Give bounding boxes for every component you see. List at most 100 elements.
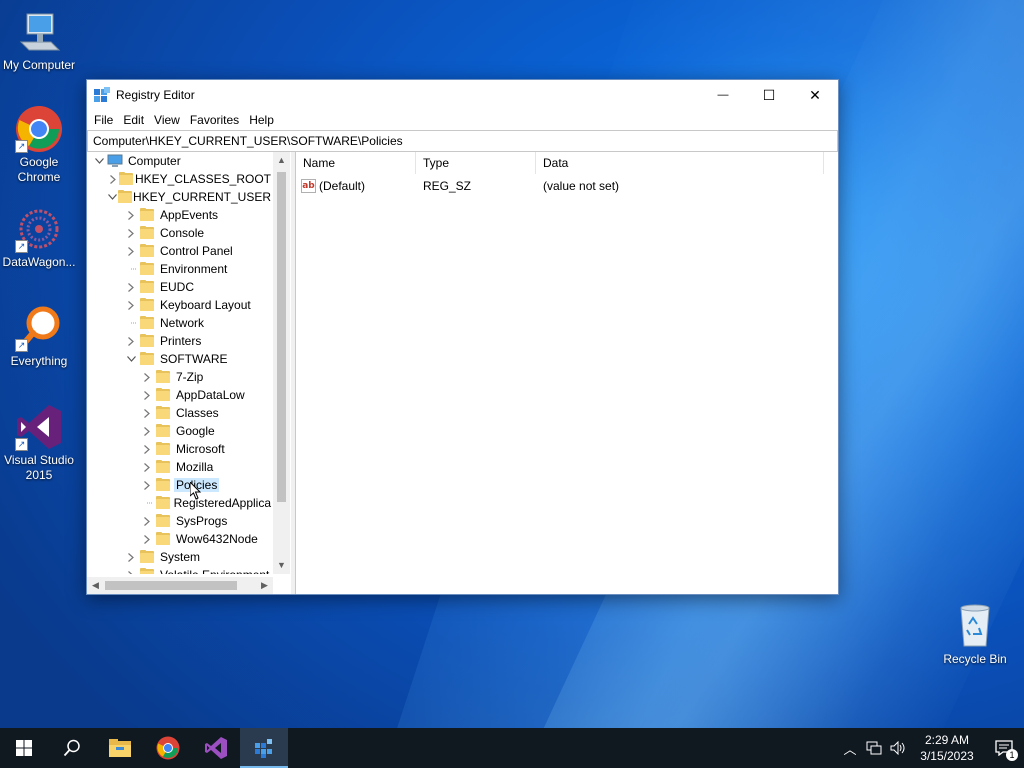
start-button[interactable]	[0, 728, 48, 768]
tree-node[interactable]: Environment	[87, 260, 273, 278]
chevron-right-icon[interactable]	[123, 332, 139, 350]
tree-node[interactable]: Microsoft	[87, 440, 273, 458]
scroll-right-icon[interactable]: ▶	[256, 577, 273, 594]
menu-favorites[interactable]: Favorites	[185, 113, 244, 127]
maximize-button[interactable]: ☐	[746, 80, 792, 110]
list-header: Name Type Data	[296, 151, 838, 174]
tree-node[interactable]: Computer	[87, 152, 273, 170]
column-header-type[interactable]: Type	[416, 151, 536, 174]
tree-scroll-thumb[interactable]	[277, 172, 286, 502]
title-bar[interactable]: Registry Editor — ☐ ✕	[87, 80, 838, 110]
tree-node[interactable]: Keyboard Layout	[87, 296, 273, 314]
chevron-right-icon[interactable]	[139, 422, 155, 440]
tree-node[interactable]: Policies	[87, 476, 273, 494]
chevron-right-icon[interactable]	[123, 224, 139, 242]
tree-node-label: HKEY_CLASSES_ROOT	[134, 172, 271, 186]
chevron-right-icon[interactable]	[139, 512, 155, 530]
tree-node[interactable]: SOFTWARE	[87, 350, 273, 368]
tree-node[interactable]: Google	[87, 422, 273, 440]
column-header-data[interactable]: Data	[536, 151, 824, 174]
desktop-icon-label: Recycle Bin	[943, 652, 1007, 666]
tree-hscroll-thumb[interactable]	[105, 581, 237, 590]
tree-node[interactable]: AppEvents	[87, 206, 273, 224]
address-path: Computer\HKEY_CURRENT_USER\SOFTWARE\Poli…	[93, 134, 403, 148]
tree-node[interactable]: System	[87, 548, 273, 566]
value-row[interactable]: ab (Default) REG_SZ (value not set)	[296, 176, 838, 196]
tree-node[interactable]: HKEY_CLASSES_ROOT	[87, 170, 273, 188]
minimize-button[interactable]: —	[700, 80, 746, 110]
column-header-name[interactable]: Name	[296, 151, 416, 174]
volume-icon[interactable]	[886, 728, 910, 768]
folder-icon	[139, 244, 155, 258]
tree-node-label: Environment	[160, 262, 228, 276]
taskbar-registry-editor[interactable]	[240, 728, 288, 768]
tree-node[interactable]: Printers	[87, 332, 273, 350]
chevron-down-icon[interactable]	[107, 188, 117, 206]
network-icon[interactable]	[862, 728, 886, 768]
chevron-right-icon[interactable]	[139, 458, 155, 476]
menu-edit[interactable]: Edit	[118, 113, 149, 127]
tree-node[interactable]: 7-Zip	[87, 368, 273, 386]
action-center-button[interactable]: 1	[984, 728, 1024, 768]
taskbar-chrome[interactable]	[144, 728, 192, 768]
tree-vertical-scrollbar[interactable]: ▲ ▼	[273, 152, 290, 574]
chevron-right-icon[interactable]	[123, 548, 139, 566]
tree-node[interactable]: Network	[87, 314, 273, 332]
close-button[interactable]: ✕	[792, 80, 838, 110]
chevron-right-icon[interactable]	[139, 530, 155, 548]
menu-help[interactable]: Help	[244, 113, 279, 127]
taskbar-file-explorer[interactable]	[96, 728, 144, 768]
chevron-right-icon[interactable]	[107, 170, 118, 188]
chevron-right-icon[interactable]	[123, 296, 139, 314]
registry-editor-window[interactable]: Registry Editor — ☐ ✕ File Edit View Fav…	[86, 79, 839, 595]
tree-node[interactable]: Control Panel	[87, 242, 273, 260]
tree-node[interactable]: Classes	[87, 404, 273, 422]
search-button[interactable]	[48, 728, 96, 768]
desktop-icon-google-chrome[interactable]: ↗ Google Chrome	[0, 105, 78, 185]
desktop-icon-datawagon[interactable]: ↗ DataWagon...	[0, 205, 78, 270]
desktop-icon-everything[interactable]: ↗ Everything	[0, 304, 78, 369]
tree-node[interactable]: Wow6432Node	[87, 530, 273, 548]
address-bar[interactable]: Computer\HKEY_CURRENT_USER\SOFTWARE\Poli…	[87, 130, 838, 152]
menu-file[interactable]: File	[89, 113, 118, 127]
taskbar-visual-studio[interactable]	[192, 728, 240, 768]
folder-icon	[155, 478, 171, 492]
chevron-right-icon[interactable]	[139, 476, 155, 494]
chevron-right-icon[interactable]	[139, 386, 155, 404]
tree-node[interactable]: EUDC	[87, 278, 273, 296]
chevron-right-icon[interactable]	[139, 368, 155, 386]
scroll-down-icon[interactable]: ▼	[273, 557, 290, 574]
desktop-icon-visual-studio[interactable]: ↗ Visual Studio 2015	[0, 403, 78, 483]
desktop-icon-my-computer[interactable]: My Computer	[0, 8, 78, 73]
tree-connector	[123, 260, 139, 278]
tree-node[interactable]: AppDataLow	[87, 386, 273, 404]
tree-node[interactable]: RegisteredApplica	[87, 494, 273, 512]
chevron-down-icon[interactable]	[123, 350, 139, 368]
shortcut-arrow-icon: ↗	[15, 240, 28, 253]
chevron-right-icon[interactable]	[139, 440, 155, 458]
tree-node[interactable]: SysProgs	[87, 512, 273, 530]
scroll-left-icon[interactable]: ◀	[87, 577, 104, 594]
desktop-icon-label: My Computer	[2, 58, 76, 72]
chevron-right-icon[interactable]	[139, 404, 155, 422]
desktop-icon-recycle-bin[interactable]: Recycle Bin	[936, 602, 1014, 667]
menu-view[interactable]: View	[149, 113, 185, 127]
chevron-right-icon[interactable]	[123, 206, 139, 224]
folder-icon	[139, 280, 155, 294]
values-list-pane[interactable]: Name Type Data ab (Default) REG_SZ (valu…	[295, 151, 838, 594]
clock[interactable]: 2:29 AM 3/15/2023	[910, 732, 984, 764]
tree-node[interactable]: Console	[87, 224, 273, 242]
show-hidden-icons-button[interactable]: ︿	[838, 728, 862, 768]
key-tree-pane[interactable]: Computer HKEY_CLASSES_ROOT HKEY_CURRENT_US…	[87, 152, 291, 594]
chevron-right-icon[interactable]	[123, 242, 139, 260]
tree-node-label: Wow6432Node	[176, 532, 258, 546]
chevron-right-icon[interactable]	[123, 278, 139, 296]
chevron-right-icon[interactable]	[123, 566, 139, 574]
tree-node[interactable]: HKEY_CURRENT_USER	[87, 188, 273, 206]
value-type: REG_SZ	[423, 179, 472, 193]
tree-node[interactable]: Volatile Environment	[87, 566, 273, 574]
chevron-down-icon[interactable]	[91, 152, 107, 170]
scroll-up-icon[interactable]: ▲	[273, 152, 290, 169]
tree-horizontal-scrollbar[interactable]: ◀ ▶	[87, 577, 273, 594]
tree-node[interactable]: Mozilla	[87, 458, 273, 476]
